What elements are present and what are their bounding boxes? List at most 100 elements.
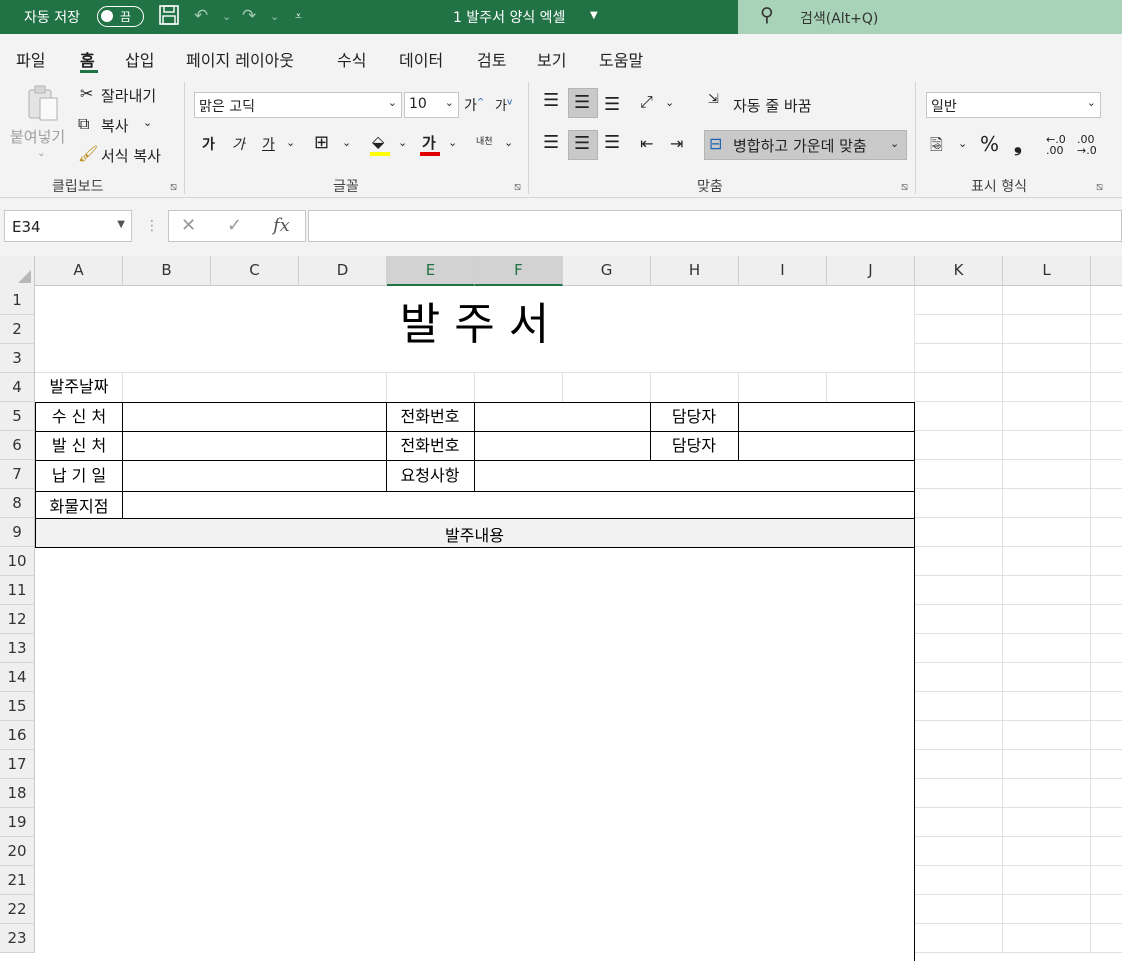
cancel-icon[interactable]: ✕ xyxy=(181,215,196,236)
align-center-icon[interactable]: ☰ xyxy=(574,133,590,154)
increase-font-icon[interactable]: 가^ xyxy=(464,95,484,115)
paste-button[interactable]: 붙여넣기 xyxy=(10,126,65,147)
row-header-13[interactable]: 13 xyxy=(0,634,35,663)
recipient-label[interactable]: 수 신 처 xyxy=(35,403,123,427)
row-header-2[interactable]: 2 xyxy=(0,315,35,344)
accounting-format-icon[interactable]: 🗟 xyxy=(930,134,943,161)
row-header-3[interactable]: 3 xyxy=(0,344,35,373)
tab-data[interactable]: 데이터 xyxy=(399,47,443,71)
column-header-a[interactable]: A xyxy=(35,256,123,286)
row-header-6[interactable]: 6 xyxy=(0,431,35,460)
worksheet-grid[interactable]: ABCDEFGHIJKL 1 2 3 4 5 6 7 8 9 10 11 12 13 14 15 16 17 18… xyxy=(0,256,1122,961)
cut-button[interactable]: 잘라내기 xyxy=(101,85,156,106)
align-right-icon[interactable]: ☰ xyxy=(604,132,620,153)
row-header-21[interactable]: 21 xyxy=(0,866,35,895)
row-header-20[interactable]: 20 xyxy=(0,837,35,866)
row-header-8[interactable]: 8 xyxy=(0,489,35,518)
column-header-f[interactable]: F xyxy=(475,256,563,286)
scissors-icon[interactable]: ✂ xyxy=(80,84,93,103)
request-label[interactable]: 요청사항 xyxy=(386,462,474,486)
merge-dropdown-icon[interactable]: ⌄ xyxy=(890,137,899,150)
orientation-icon[interactable]: ⤢ xyxy=(640,92,653,112)
row-header-23[interactable]: 23 xyxy=(0,924,35,953)
undo-dropdown-icon[interactable]: ⌄ xyxy=(222,10,231,23)
row-header-11[interactable]: 11 xyxy=(0,576,35,605)
row-header-18[interactable]: 18 xyxy=(0,779,35,808)
redo-icon[interactable]: ↷ xyxy=(242,6,256,26)
column-header-b[interactable]: B xyxy=(123,256,211,286)
phonetic-dropdown-icon[interactable]: ⌄ xyxy=(504,136,513,149)
row-header-12[interactable]: 12 xyxy=(0,605,35,634)
row-header-1[interactable]: 1 xyxy=(0,286,35,315)
paste-icon[interactable] xyxy=(26,84,60,129)
bold-button[interactable]: 가 xyxy=(202,134,215,154)
decrease-decimal-icon[interactable]: .00 →.0 xyxy=(1077,134,1097,156)
column-header-e[interactable]: E xyxy=(387,256,475,286)
column-header-c[interactable]: C xyxy=(211,256,299,286)
copy-icon[interactable]: ⧉ xyxy=(78,114,89,134)
column-header-g[interactable]: G xyxy=(563,256,651,286)
phone-label-1[interactable]: 전화번호 xyxy=(386,403,474,427)
search-box[interactable]: ⚲ 검색(Alt+Q) xyxy=(738,0,1122,34)
cargo-branch-label[interactable]: 화물지점 xyxy=(35,493,123,517)
clipboard-launcher-icon[interactable]: ⧅ xyxy=(170,180,177,194)
tab-home[interactable]: 홈 xyxy=(80,47,95,71)
accounting-dropdown-icon[interactable]: ⌄ xyxy=(958,137,967,150)
row-header-22[interactable]: 22 xyxy=(0,895,35,924)
form-title[interactable]: 발 주 서 xyxy=(35,294,914,356)
insert-function-icon[interactable]: fx xyxy=(273,215,290,236)
title-dropdown-icon[interactable]: ▼ xyxy=(590,10,598,21)
row-header-5[interactable]: 5 xyxy=(0,402,35,431)
number-format-select[interactable]: 일반 ⌄ xyxy=(926,92,1101,118)
formula-bar-grip-icon[interactable]: ⋮ xyxy=(145,218,159,234)
increase-indent-icon[interactable]: ⇥ xyxy=(670,134,683,153)
font-launcher-icon[interactable]: ⧅ xyxy=(514,180,521,194)
phonetic-button[interactable]: 내천 xyxy=(476,134,493,147)
column-header-h[interactable]: H xyxy=(651,256,739,286)
undo-icon[interactable]: ↶ xyxy=(194,6,208,26)
tab-page-layout[interactable]: 페이지 레이아웃 xyxy=(186,47,294,71)
orientation-dropdown-icon[interactable]: ⌄ xyxy=(665,96,674,109)
underline-button[interactable]: 가 xyxy=(262,134,275,154)
row-header-19[interactable]: 19 xyxy=(0,808,35,837)
wrap-text-icon[interactable]: ⇲ xyxy=(708,92,719,107)
font-name-select[interactable]: 맑은 고딕 ⌄ xyxy=(194,92,402,118)
tab-insert[interactable]: 삽입 xyxy=(125,47,154,71)
merge-center-button[interactable]: 병합하고 가운데 맞춤 xyxy=(733,135,867,156)
delivery-date-label[interactable]: 납 기 일 xyxy=(35,462,123,486)
merge-center-icon[interactable]: ⊟ xyxy=(709,134,722,153)
row-header-7[interactable]: 7 xyxy=(0,460,35,489)
column-header-k[interactable]: K xyxy=(915,256,1003,286)
font-size-select[interactable]: 10 ⌄ xyxy=(404,92,459,118)
manager-label-2[interactable]: 담당자 xyxy=(650,432,738,456)
format-painter-icon[interactable]: 🖌 xyxy=(78,144,98,163)
border-icon[interactable]: ⊞ xyxy=(314,132,329,153)
column-header-i[interactable]: I xyxy=(739,256,827,286)
file-title[interactable]: 1 발주서 양식 엑셀 xyxy=(453,7,565,27)
select-all-button[interactable] xyxy=(0,256,35,286)
row-header-4[interactable]: 4 xyxy=(0,373,35,402)
order-date-label[interactable]: 발주날짜 xyxy=(35,373,123,397)
comma-style-icon[interactable]: ❟ xyxy=(1014,132,1022,156)
align-middle-icon[interactable]: ☰ xyxy=(574,92,590,113)
align-top-icon[interactable]: ☰ xyxy=(543,90,559,111)
sender-label[interactable]: 발 신 처 xyxy=(35,432,123,456)
row-header-10[interactable]: 10 xyxy=(0,547,35,576)
enter-icon[interactable]: ✓ xyxy=(227,215,242,236)
copy-button[interactable]: 복사 xyxy=(101,115,129,136)
underline-dropdown-icon[interactable]: ⌄ xyxy=(286,136,295,149)
phone-label-2[interactable]: 전화번호 xyxy=(386,432,474,456)
formula-input[interactable] xyxy=(308,210,1122,242)
row-header-16[interactable]: 16 xyxy=(0,721,35,750)
customize-toolbar-icon[interactable]: ⩡ xyxy=(295,9,302,24)
row-header-17[interactable]: 17 xyxy=(0,750,35,779)
column-header-l[interactable]: L xyxy=(1003,256,1091,286)
column-header-d[interactable]: D xyxy=(299,256,387,286)
row-header-14[interactable]: 14 xyxy=(0,663,35,692)
redo-dropdown-icon[interactable]: ⌄ xyxy=(270,10,279,23)
paste-dropdown-icon[interactable]: ⌄ xyxy=(37,148,45,159)
copy-dropdown-icon[interactable]: ⌄ xyxy=(143,116,152,129)
tab-formulas[interactable]: 수식 xyxy=(337,47,366,71)
alignment-launcher-icon[interactable]: ⧅ xyxy=(901,180,908,194)
format-painter-button[interactable]: 서식 복사 xyxy=(101,145,161,166)
